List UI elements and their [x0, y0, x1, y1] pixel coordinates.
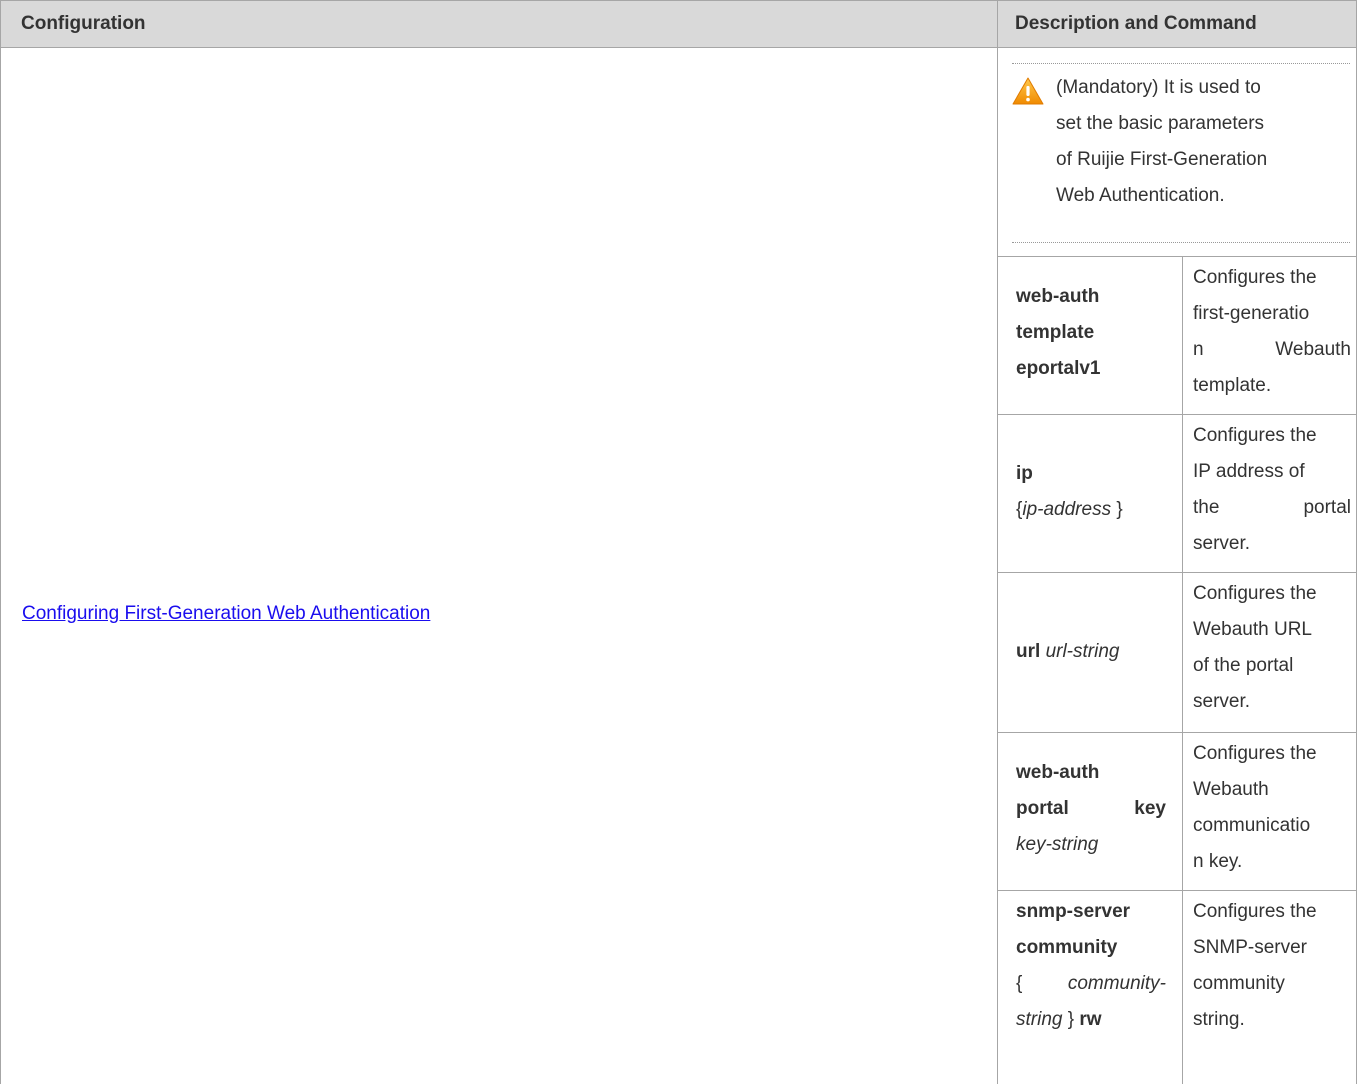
desc-line: n Webauth — [1193, 332, 1351, 368]
command-argument: ip-address — [1022, 499, 1112, 520]
table-row: url url-string Configures the Webauth UR… — [997, 572, 1356, 732]
desc-line: template. — [1193, 375, 1272, 396]
desc-line: Webauth URL — [1193, 619, 1312, 640]
desc-line: communicatio — [1193, 815, 1311, 836]
desc-line: string. — [1193, 1009, 1245, 1030]
description-text-cell: Configures the SNMP-server community str… — [1183, 891, 1356, 1084]
command-keyword: key — [1134, 798, 1166, 819]
note-line-4: Web Authentication. — [1056, 185, 1225, 206]
note-line-2: set the basic parameters — [1056, 113, 1265, 134]
warning-icon — [1012, 77, 1044, 105]
description-text-cell: Configures the first-generatio n Webauth… — [1183, 257, 1356, 414]
command-text: ip {ip-address } — [1016, 456, 1166, 528]
note-line-1: (Mandatory) It is used to — [1056, 77, 1261, 98]
desc-line: Configures the — [1193, 901, 1317, 922]
description-text-cell: Configures the Webauth URL of the portal… — [1183, 573, 1356, 732]
desc-line: Configures the — [1193, 743, 1317, 764]
desc-line: community — [1193, 973, 1285, 994]
command-keyword: snmp-server — [1016, 901, 1131, 922]
desc-line: Configures the — [1193, 267, 1317, 288]
command-cell: snmp-server community { community- strin… — [997, 891, 1183, 1084]
note-text: (Mandatory) It is used to set the basic … — [1056, 70, 1344, 214]
desc-line: the portal — [1193, 490, 1351, 526]
command-argument: string — [1016, 1009, 1063, 1030]
command-keyword: rw — [1079, 1009, 1102, 1030]
command-argument: key-string — [1016, 834, 1099, 855]
command-cell: url url-string — [997, 573, 1183, 732]
mandatory-note: (Mandatory) It is used to set the basic … — [1012, 63, 1350, 243]
command-keyword: eportalv1 — [1016, 358, 1101, 379]
command-keyword: template — [1016, 322, 1095, 343]
table-row: ip {ip-address } Configures the IP addre… — [997, 414, 1356, 572]
configuration-cell: Configuring First-Generation Web Authent… — [0, 47, 998, 1084]
header-description-command: Description and Command — [1015, 13, 1257, 34]
description-text: Configures the Webauth URL of the portal… — [1193, 576, 1351, 720]
description-text-cell: Configures the Webauth communicatio n ke… — [1183, 733, 1356, 890]
description-text: Configures the IP address of the portal … — [1193, 418, 1351, 562]
command-argument: community- — [1067, 973, 1166, 994]
desc-line: Webauth — [1193, 779, 1269, 800]
command-argument: url-string — [1045, 641, 1120, 662]
description-text-cell: Configures the IP address of the portal … — [1183, 415, 1356, 572]
table-row: web-auth template eportalv1 Configures t… — [997, 256, 1356, 414]
desc-line: first-generatio — [1193, 303, 1310, 324]
table-header: Configuration Description and Command — [0, 0, 1357, 48]
note-line-3: of Ruijie First-Generation — [1056, 149, 1268, 170]
command-brace: } — [1116, 499, 1123, 520]
command-keyword: portal — [1016, 798, 1069, 819]
command-cell: ip {ip-address } — [997, 415, 1183, 572]
command-keyword: ip — [1016, 463, 1033, 484]
command-cell: web-auth portal key key-string — [997, 733, 1183, 890]
description-text: Configures the SNMP-server community str… — [1193, 894, 1351, 1038]
command-brace: { — [1016, 973, 1023, 994]
desc-word: the — [1193, 497, 1220, 518]
command-cell: web-auth template eportalv1 — [997, 257, 1183, 414]
desc-line: IP address of — [1193, 461, 1305, 482]
desc-line: Configures the — [1193, 425, 1317, 446]
description-cell: (Mandatory) It is used to set the basic … — [997, 47, 1357, 1084]
desc-line: server. — [1193, 533, 1251, 554]
table-row: snmp-server community { community- strin… — [997, 890, 1356, 1084]
description-text: Configures the Webauth communicatio n ke… — [1193, 736, 1351, 880]
table-row: web-auth portal key key-string Configure… — [997, 732, 1356, 890]
desc-line: server. — [1193, 691, 1251, 712]
command-keyword: web-auth — [1016, 286, 1100, 307]
command-text: web-auth template eportalv1 — [1016, 279, 1166, 387]
desc-line: SNMP-server — [1193, 937, 1308, 958]
desc-word: n — [1193, 339, 1204, 360]
desc-line: Configures the — [1193, 583, 1317, 604]
configuring-first-generation-link[interactable]: Configuring First-Generation Web Authent… — [22, 603, 430, 625]
command-text: web-auth portal key key-string — [1016, 755, 1166, 863]
command-text: snmp-server community { community- strin… — [1016, 894, 1166, 1038]
desc-word: Webauth — [1275, 339, 1351, 360]
command-keyword: web-auth — [1016, 762, 1100, 783]
desc-line: n key. — [1193, 851, 1243, 872]
command-keyword: url — [1016, 641, 1041, 662]
header-configuration: Configuration — [1, 1, 998, 47]
command-keyword: community — [1016, 937, 1118, 958]
command-brace: } — [1067, 1009, 1075, 1030]
description-text: Configures the first-generatio n Webauth… — [1193, 260, 1351, 404]
config-table-page: Configuration Description and Command Co… — [0, 0, 1366, 1084]
command-text: url url-string — [1016, 634, 1166, 670]
desc-word: portal — [1303, 497, 1351, 518]
desc-line: of the portal — [1193, 655, 1294, 676]
